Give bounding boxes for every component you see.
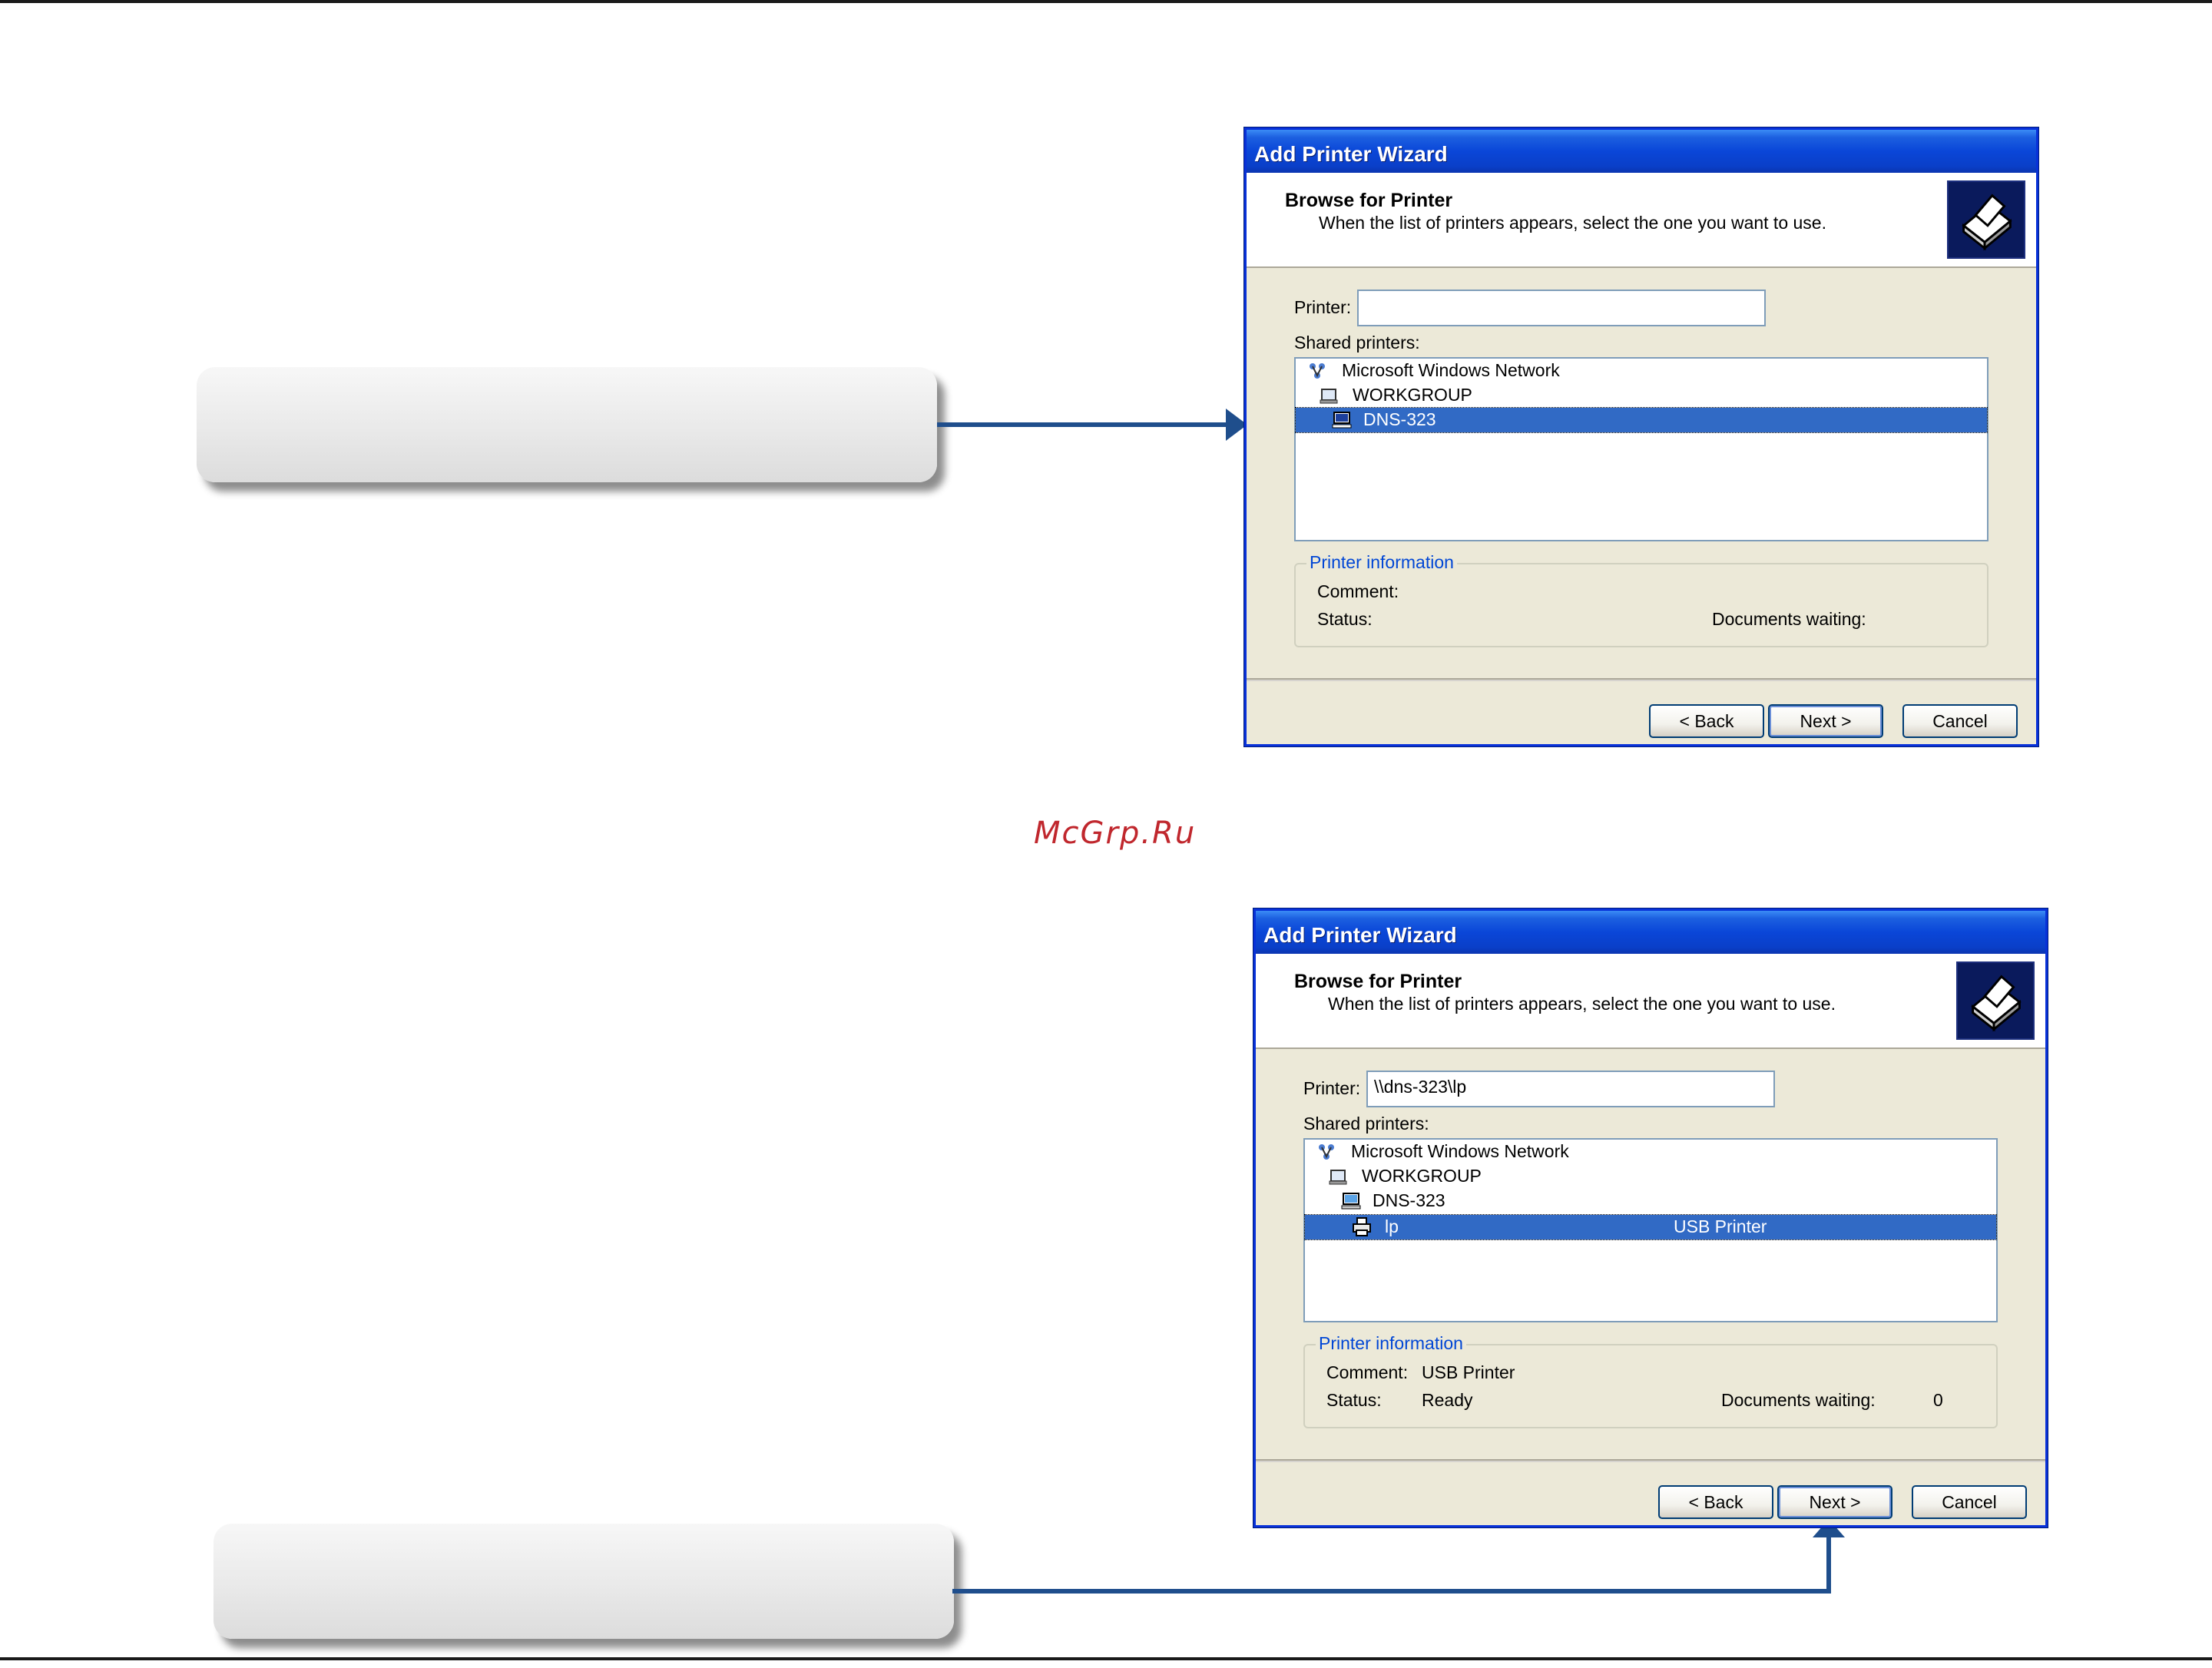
- footer-divider: [1247, 678, 2036, 680]
- documents-waiting-value: 0: [1933, 1390, 1943, 1410]
- network-icon: [1310, 363, 1325, 379]
- shared-printers-tree[interactable]: Microsoft Windows Network WORKGROUP DNS-…: [1294, 357, 1988, 541]
- printer-input[interactable]: \\dns-323\lp: [1366, 1071, 1775, 1107]
- arrow-bottom: [952, 1536, 1831, 1594]
- printer-label-text: Printer:: [1303, 1078, 1361, 1098]
- tree-description: USB Printer: [1674, 1216, 1767, 1236]
- header-title: Browse for Printer: [1285, 190, 1453, 211]
- tree-label: Microsoft Windows Network: [1351, 1141, 1569, 1161]
- dialog-title[interactable]: Add Printer Wizard: [1256, 911, 2045, 954]
- tree-item-workgroup[interactable]: WORKGROUP: [1296, 383, 1987, 408]
- tree-label: lp: [1385, 1216, 1399, 1236]
- workgroup-icon: [1329, 1170, 1347, 1185]
- top-rule: [0, 0, 2212, 3]
- next-button[interactable]: Next >: [1777, 1485, 1892, 1519]
- tree-label: WORKGROUP: [1353, 385, 1472, 405]
- tree-item-dns-323[interactable]: DNS-323: [1295, 407, 1988, 433]
- add-printer-wizard-dialog-bottom: Add Printer Wizard Browse for Printer Wh…: [1253, 908, 2048, 1527]
- tree-item-dns-323[interactable]: DNS-323: [1305, 1189, 1996, 1213]
- network-icon: [1319, 1144, 1334, 1160]
- comment-label: Comment:: [1326, 1362, 1409, 1382]
- documents-waiting-label: Documents waiting:: [1721, 1390, 1876, 1410]
- wizard-header: Browse for Printer When the list of prin…: [1256, 954, 2045, 1049]
- tree-label: DNS-323: [1373, 1190, 1445, 1210]
- tree-item-workgroup[interactable]: WORKGROUP: [1305, 1164, 1996, 1189]
- wizard-body: Printer: Shared printers: Microsoft Wind…: [1247, 268, 2036, 680]
- comment-value: USB Printer: [1422, 1362, 1515, 1382]
- wizard-body: Printer: \\dns-323\lp Shared printers: M…: [1256, 1049, 2045, 1461]
- footer-divider: [1256, 1459, 2045, 1461]
- status-value: Ready: [1422, 1390, 1473, 1410]
- shared-printers-tree[interactable]: Microsoft Windows Network WORKGROUP DNS-…: [1303, 1138, 1998, 1322]
- tree-item-network[interactable]: Microsoft Windows Network: [1305, 1140, 1996, 1164]
- wizard-footer: < Back Next > Cancel: [1256, 1459, 2045, 1525]
- tree-label: DNS-323: [1363, 409, 1436, 429]
- computer-icon: [1332, 412, 1352, 429]
- cancel-button[interactable]: Cancel: [1912, 1485, 2027, 1519]
- printer-information-legend: Printer information: [1316, 1333, 1466, 1354]
- watermark: McGrp.Ru: [1034, 816, 1197, 851]
- back-button[interactable]: < Back: [1658, 1485, 1773, 1519]
- callout-box-bottom: [214, 1524, 954, 1639]
- printer-information-legend: Printer information: [1306, 552, 1457, 573]
- tree-label: Microsoft Windows Network: [1342, 360, 1560, 380]
- printer-wizard-icon: [1947, 180, 2025, 259]
- status-label: Status:: [1326, 1390, 1382, 1410]
- status-label: Status:: [1317, 609, 1373, 629]
- printer-information-group: Printer information Comment: USB Printer…: [1303, 1333, 1998, 1428]
- header-subtitle: When the list of printers appears, selec…: [1319, 213, 1826, 233]
- documents-waiting-label: Documents waiting:: [1712, 609, 1866, 629]
- tree-item-lp[interactable]: lp USB Printer: [1304, 1214, 1997, 1240]
- printer-wizard-icon: [1956, 961, 2035, 1040]
- add-printer-wizard-dialog-top: Add Printer Wizard Browse for Printer Wh…: [1244, 127, 2038, 746]
- back-button[interactable]: < Back: [1649, 704, 1764, 738]
- bottom-rule: [0, 1657, 2212, 1660]
- shared-printers-label: Shared printers:: [1303, 1114, 1429, 1134]
- printer-label-text: Printer:: [1294, 297, 1352, 317]
- printer-label: Printer:: [1303, 1078, 1360, 1099]
- header-title: Browse for Printer: [1294, 971, 1462, 992]
- printer-icon: [1353, 1217, 1371, 1236]
- dialog-title[interactable]: Add Printer Wizard: [1247, 130, 2036, 173]
- shared-printers-label: Shared printers:: [1294, 333, 1420, 352]
- wizard-footer: < Back Next > Cancel: [1247, 678, 2036, 744]
- header-subtitle: When the list of printers appears, selec…: [1328, 994, 1836, 1014]
- computer-icon: [1341, 1193, 1361, 1210]
- printer-input[interactable]: [1357, 290, 1766, 326]
- printer-label: Printer:: [1294, 297, 1351, 318]
- workgroup-icon: [1320, 389, 1338, 404]
- wizard-header: Browse for Printer When the list of prin…: [1247, 173, 2036, 268]
- comment-label: Comment:: [1317, 581, 1399, 601]
- next-button[interactable]: Next >: [1768, 704, 1883, 738]
- callout-box-top: [197, 367, 937, 482]
- cancel-button[interactable]: Cancel: [1902, 704, 2018, 738]
- tree-label: WORKGROUP: [1362, 1166, 1482, 1186]
- printer-information-group: Printer information Comment: Status: Doc…: [1294, 552, 1988, 647]
- tree-item-network[interactable]: Microsoft Windows Network: [1296, 359, 1987, 383]
